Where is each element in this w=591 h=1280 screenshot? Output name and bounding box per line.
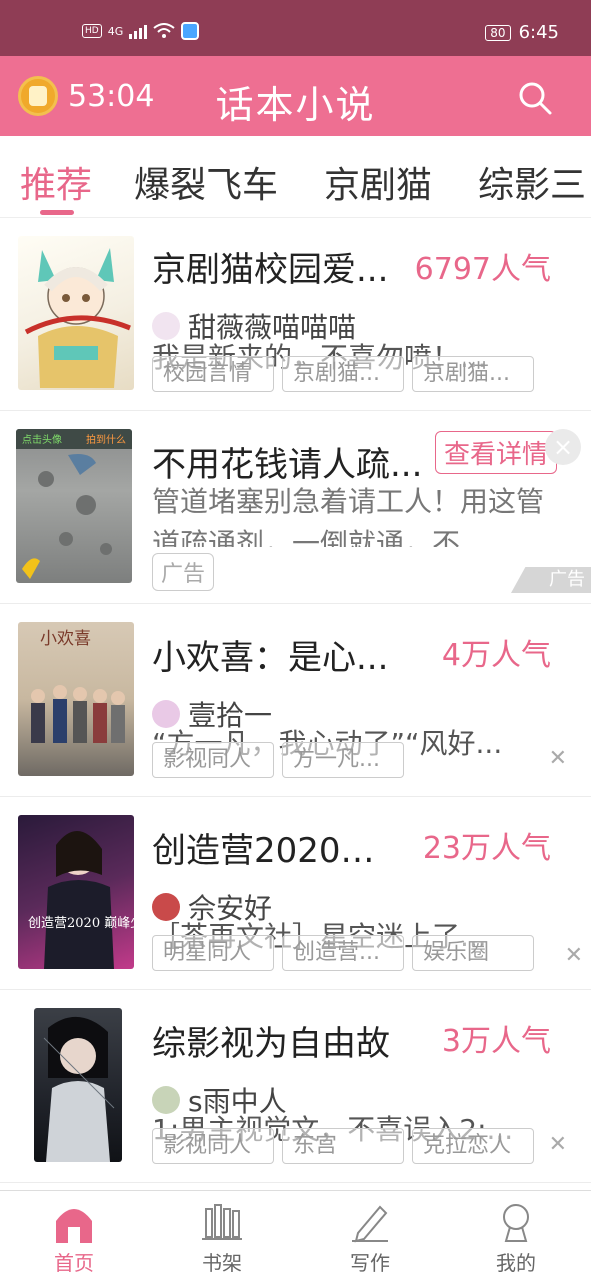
tag[interactable]: 方一凡... bbox=[282, 742, 404, 778]
popularity: 3万人气 bbox=[441, 1024, 551, 1059]
nav-label: 我的 bbox=[496, 1251, 536, 1275]
category-tabs: 推荐 爆裂飞车 京剧猫 综影三 bbox=[0, 136, 591, 218]
tag[interactable]: 影视同人 bbox=[152, 1128, 274, 1164]
nav-label: 书架 bbox=[202, 1251, 242, 1275]
pen-icon bbox=[352, 1205, 388, 1243]
nav-label: 首页 bbox=[54, 1251, 94, 1275]
tag-list: 校园言情 京剧猫... 京剧猫... bbox=[152, 356, 534, 392]
ad-image: 点击头像 拍到什么 bbox=[16, 429, 132, 583]
ad-image-text: 点击头像 bbox=[22, 434, 62, 446]
novel-cover bbox=[34, 1008, 122, 1162]
ad-title: 不用花钱请人疏... bbox=[152, 445, 423, 485]
signal-icon bbox=[129, 23, 148, 39]
tab-jingju-mao[interactable]: 京剧猫 bbox=[324, 156, 432, 208]
app-notification-icon bbox=[181, 22, 200, 40]
tag-list: 影视同人 方一凡... bbox=[152, 742, 404, 778]
ad-badge: 广告 bbox=[152, 553, 215, 591]
tag[interactable]: 娱乐圈 bbox=[412, 935, 534, 971]
ad-item[interactable]: 点击头像 拍到什么 不用花钱请人疏... 查看详情 × 管道堵塞别急着请工人！用… bbox=[0, 411, 591, 604]
novel-cover: 创造营2020 巅峰少女 bbox=[18, 815, 134, 969]
app-title: 话本小说 bbox=[215, 83, 376, 127]
close-icon[interactable]: ✕ bbox=[565, 943, 583, 968]
tag[interactable]: 京剧猫... bbox=[412, 356, 534, 392]
network-gen: 4G bbox=[107, 24, 124, 38]
novel-cover bbox=[18, 236, 134, 390]
popularity: 6797人气 bbox=[414, 252, 551, 287]
nav-label: 写作 bbox=[350, 1251, 390, 1275]
tab-zongying[interactable]: 综影三 bbox=[478, 156, 586, 208]
clock: 6:45 bbox=[518, 22, 559, 43]
nav-profile[interactable]: 我的 bbox=[466, 1201, 566, 1276]
novel-title: 综影视为自由故 bbox=[152, 1024, 390, 1064]
tag[interactable]: 明星同人 bbox=[152, 935, 274, 971]
novel-title: 小欢喜：是心... bbox=[152, 638, 389, 678]
list-item[interactable]: 京剧猫校园爱... 6797人气 甜薇薇喵喵喵 我是新来的，不喜勿喷！... 校… bbox=[0, 218, 591, 411]
bottom-nav: 首页 书架 写作 我的 bbox=[0, 1190, 591, 1280]
novel-title: 创造营2020巅... bbox=[152, 831, 402, 871]
popularity: 4万人气 bbox=[441, 638, 551, 673]
tab-indicator bbox=[40, 210, 74, 215]
novel-cover: 小欢喜 bbox=[18, 622, 134, 776]
list-item[interactable]: 创造营2020 巅峰少女 创造营2020巅... 23万人气 佘安好 ［茶再文社… bbox=[0, 797, 591, 990]
view-details-button[interactable]: 查看详情 bbox=[434, 431, 557, 474]
tag[interactable]: 影视同人 bbox=[152, 742, 274, 778]
nav-write[interactable]: 写作 bbox=[320, 1201, 420, 1276]
tag-list: 明星同人 创造营... 娱乐圈 bbox=[152, 935, 534, 971]
status-left: HD 4G bbox=[82, 22, 200, 40]
popularity: 23万人气 bbox=[422, 831, 551, 866]
tag-list: 影视同人 东宫 克拉恋人 bbox=[152, 1128, 534, 1164]
tab-baolie-feiche[interactable]: 爆裂飞车 bbox=[134, 156, 278, 208]
bookshelf-icon bbox=[202, 1204, 242, 1240]
home-icon bbox=[56, 1209, 92, 1243]
ad-description: 管道堵塞别急着请工人！用这管道疏通剂，一倒就通，不 bbox=[152, 485, 545, 547]
list-item[interactable]: 综影视为自由故 3万人气 s雨中人 1:男主视觉文，不喜误入2:... 影视同人… bbox=[0, 990, 591, 1183]
status-bar: HD 4G 80 6:45 bbox=[0, 0, 591, 56]
cover-text: 小欢喜 bbox=[40, 629, 91, 649]
nav-bookshelf[interactable]: 书架 bbox=[172, 1201, 272, 1276]
tag[interactable]: 东宫 bbox=[282, 1128, 404, 1164]
battery-icon: 80 bbox=[485, 24, 511, 41]
tag[interactable]: 创造营... bbox=[282, 935, 404, 971]
close-icon[interactable]: ✕ bbox=[549, 1132, 567, 1157]
close-icon[interactable]: × bbox=[545, 429, 581, 465]
hd-badge: HD bbox=[82, 24, 102, 38]
cover-text: 创造营2020 巅峰少女 bbox=[28, 915, 134, 931]
tag[interactable]: 校园言情 bbox=[152, 356, 274, 392]
ad-image-text: 拍到什么 bbox=[86, 433, 126, 446]
status-right: 80 6:45 bbox=[485, 22, 559, 43]
list-item[interactable]: 小欢喜 小欢喜：是心... 4万人气 壹拾一 “方一凡，我心动了”“风好... … bbox=[0, 604, 591, 797]
close-icon[interactable]: ✕ bbox=[549, 746, 567, 771]
app-bar: 53:04 话本小说 bbox=[0, 56, 591, 136]
wifi-icon bbox=[153, 23, 175, 38]
tag[interactable]: 克拉恋人 bbox=[412, 1128, 534, 1164]
nav-home[interactable]: 首页 bbox=[24, 1201, 124, 1276]
ad-corner-label: 广告 bbox=[511, 567, 591, 593]
novel-title: 京剧猫校园爱... bbox=[152, 250, 389, 290]
tab-recommend[interactable]: 推荐 bbox=[20, 156, 92, 208]
profile-icon bbox=[503, 1204, 529, 1242]
tag[interactable]: 京剧猫... bbox=[282, 356, 404, 392]
search-icon[interactable] bbox=[517, 80, 553, 116]
